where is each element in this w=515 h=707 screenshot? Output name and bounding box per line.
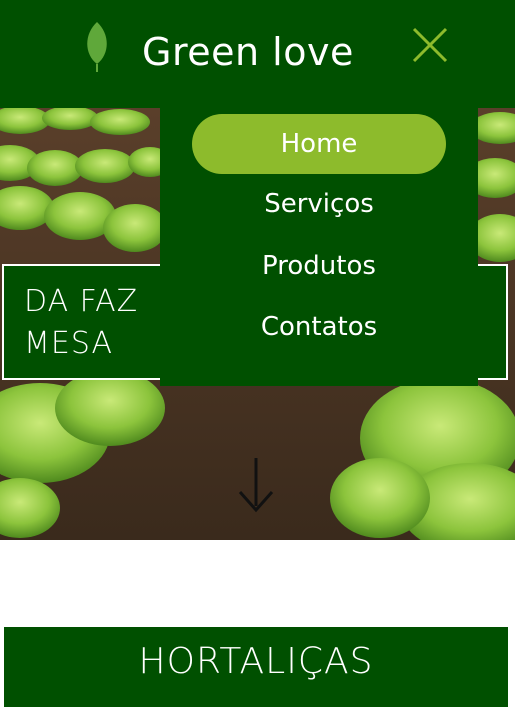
section-header: HORTALIÇAS <box>4 627 508 707</box>
close-icon[interactable] <box>410 25 450 65</box>
hero-caption-line2: MESA <box>24 326 113 361</box>
nav-item-servicos[interactable]: Serviços <box>192 174 446 234</box>
hero-caption-line1: DA FAZ <box>24 284 139 319</box>
leaf-icon <box>87 22 107 72</box>
nav-menu: Home Serviços Produtos Contatos <box>160 108 478 386</box>
section-title: HORTALIÇAS <box>138 641 374 682</box>
site-header: Green love <box>0 0 515 108</box>
nav-item-produtos[interactable]: Produtos <box>192 236 446 296</box>
nav-item-contatos[interactable]: Contatos <box>192 297 446 357</box>
arrow-down-icon[interactable] <box>236 456 276 514</box>
brand-name[interactable]: Green love <box>142 30 354 74</box>
nav-item-home[interactable]: Home <box>192 114 446 174</box>
